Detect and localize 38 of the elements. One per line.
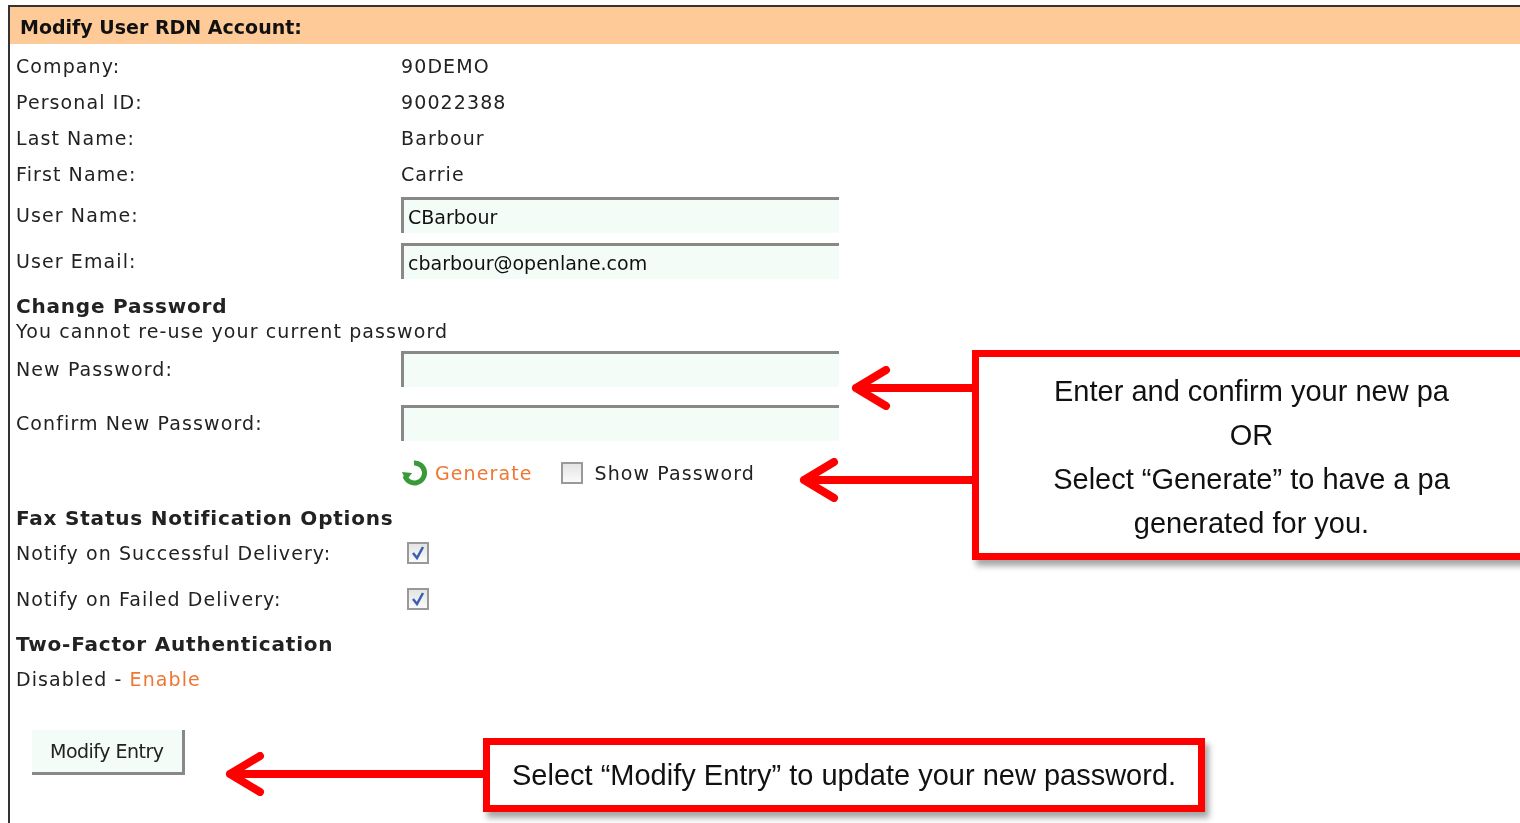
field-label: New Password: [16, 358, 174, 380]
callout-text: OR [1229, 419, 1274, 451]
field-value: 90DEMO [401, 55, 491, 77]
checkbox[interactable] [560, 462, 583, 484]
field-label: First Name: [16, 163, 138, 185]
section-heading: Change Password [16, 294, 228, 318]
section-heading: Fax Status Notification Options [16, 506, 394, 530]
checkbox-label: Show Password [594, 462, 755, 484]
option-label: Notify on Failed Delivery: [16, 588, 283, 610]
input-field[interactable]: CBarbour [401, 197, 839, 233]
field-label: Confirm New Password: [16, 412, 264, 434]
status-text: Disabled [16, 668, 108, 690]
section-heading: Two-Factor Authentication [16, 632, 334, 656]
field-value: Carrie [401, 163, 466, 185]
checkbox[interactable] [407, 588, 429, 610]
field-label: Company: [16, 55, 122, 77]
refresh-icon [401, 460, 427, 486]
callout-text: Select “Generate” to have a pa [1053, 463, 1450, 495]
callout-text: generated for you. [1133, 507, 1370, 539]
checkmark-icon [411, 592, 425, 606]
checkmark-icon [411, 546, 425, 560]
password-field[interactable] [401, 405, 839, 441]
callout-text: Select “Modify Entry” to update your new password. [512, 759, 1177, 791]
field-label: User Name: [16, 204, 140, 226]
modify-entry-button[interactable]: Modify Entry [32, 730, 185, 775]
password-field[interactable] [401, 351, 839, 387]
password-note: You cannot re-use your current password [16, 320, 449, 342]
field-label: Last Name: [16, 127, 137, 149]
callout-text: Enter and confirm your new pa [1054, 375, 1449, 407]
input-field[interactable]: cbarbour@openlane.com [401, 243, 839, 279]
field-value: Barbour [401, 127, 486, 149]
field-label: Personal ID: [16, 91, 144, 113]
option-label: Notify on Successful Delivery: [16, 542, 333, 564]
field-label: User Email: [16, 250, 138, 272]
field-value: 90022388 [401, 91, 508, 113]
separator: - [114, 668, 123, 690]
checkbox[interactable] [407, 542, 429, 564]
panel-title: Modify User RDN Account: [10, 7, 1520, 44]
